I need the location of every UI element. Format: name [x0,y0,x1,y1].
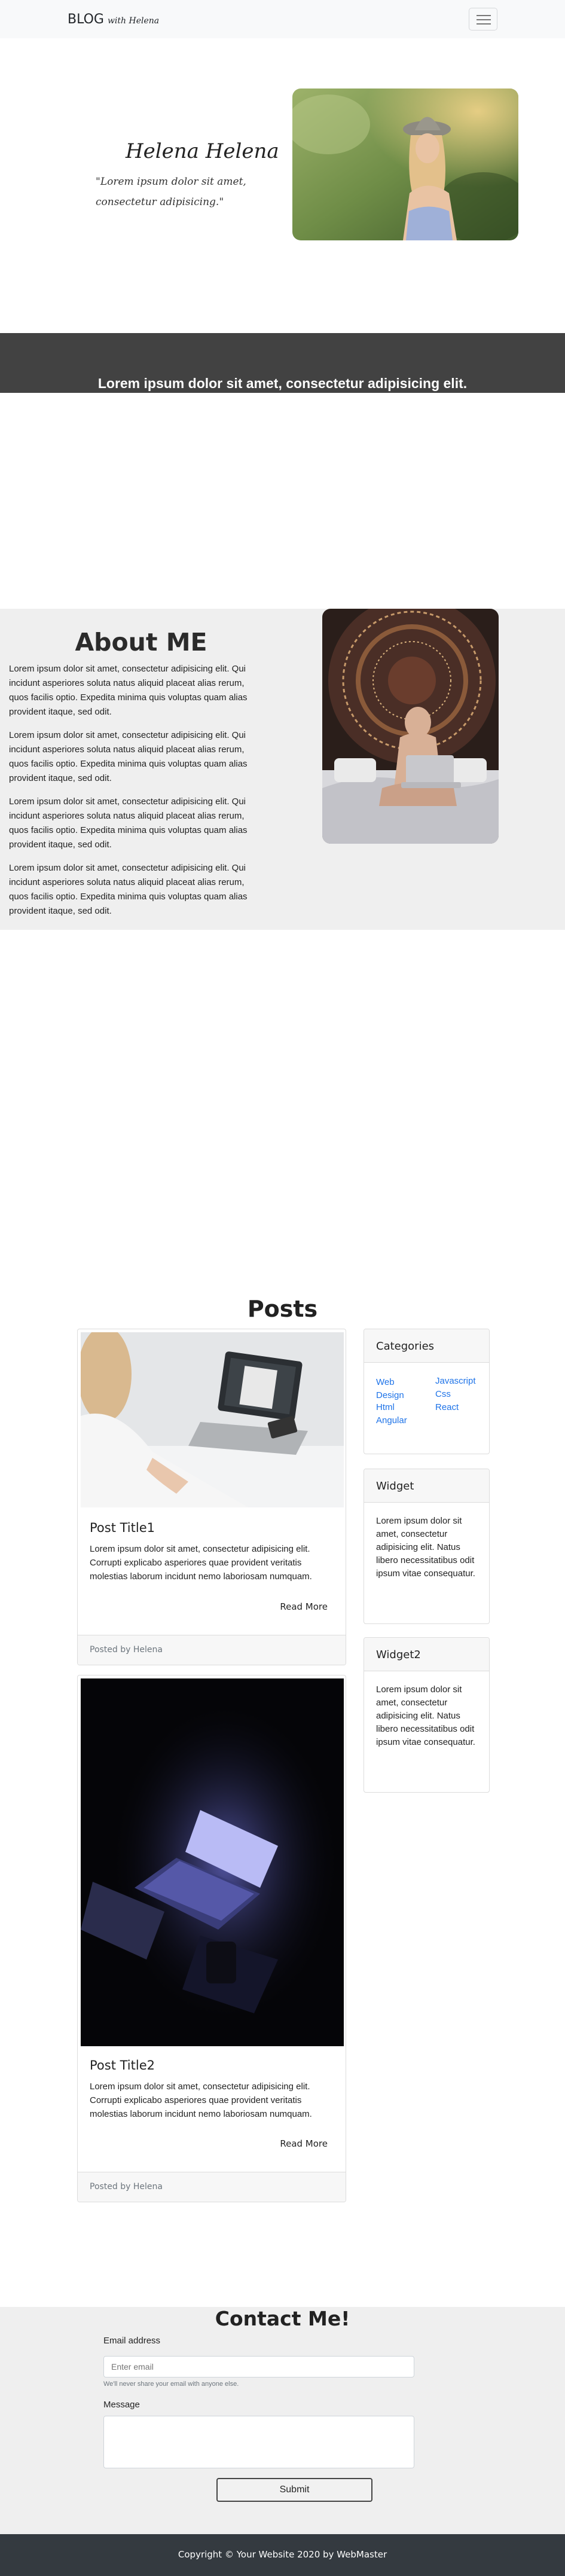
brand-text: BLOG [68,12,104,27]
navbar: BLOG with Helena [0,0,565,38]
post-card: Post Title1 Lorem ipsum dolor sit amet, … [77,1329,346,1665]
post-author: Posted by Helena [90,2182,163,2192]
posts-title: Posts [247,1296,318,1322]
post-footer: Posted by Helena [78,1635,346,1665]
widget-text: Lorem ipsum dolor sit amet, consectetur … [376,1516,475,1579]
about-paragraph: Lorem ipsum dolor sit amet, consectetur … [9,796,248,850]
post-title: Post Title1 [90,1521,155,1535]
message-field[interactable] [103,2416,414,2468]
widget2-text: Lorem ipsum dolor sit amet, consectetur … [376,1684,475,1747]
menu-toggle-button[interactable] [469,8,497,30]
post-footer: Posted by Helena [78,2172,346,2202]
email-label: Email address [103,2336,161,2346]
category-link-web-design[interactable]: Web Design [376,1376,424,1402]
categories-title: Categories [376,1340,435,1353]
hero-photo [292,88,518,240]
email-help-text: We'll never share your email with anyone… [103,2380,239,2388]
footer-copyright: Copyright © Your Website 2020 by WebMast… [178,2549,387,2560]
about-title: About ME [75,628,207,657]
read-more-link[interactable]: Read More [280,2138,328,2149]
category-link-angular[interactable]: Angular [376,1415,407,1426]
post-text: Lorem ipsum dolor sit amet, consectetur … [90,1544,312,1582]
categories-header: Categories [364,1329,489,1363]
post-image [81,1678,344,2049]
widget2-header: Widget2 [364,1638,489,1671]
category-link-css[interactable]: Css [435,1389,451,1399]
message-label: Message [103,2400,140,2410]
footer: Copyright © Your Website 2020 by WebMast… [0,2534,565,2576]
hero-quote: "Lorem ipsum dolor sit amet, consectetur… [96,176,246,208]
widget2-title: Widget2 [376,1649,421,1661]
widget2: Widget2 Lorem ipsum dolor sit amet, cons… [364,1637,490,1793]
hamburger-icon [477,15,491,16]
hero-name: Helena Helena [126,139,279,163]
widget-header: Widget [364,1469,489,1503]
post-text: Lorem ipsum dolor sit amet, consectetur … [90,2081,312,2119]
submit-button[interactable]: Submit [216,2478,372,2502]
read-more-link[interactable]: Read More [280,1601,328,1612]
email-field[interactable] [103,2356,414,2377]
post-card: Post Title2 Lorem ipsum dolor sit amet, … [77,1675,346,2202]
widget: Widget Lorem ipsum dolor sit amet, conse… [364,1469,490,1624]
banner-text: Lorem ipsum dolor sit amet, consectetur … [97,376,468,391]
post-author: Posted by Helena [90,1645,163,1655]
about-paragraph: Lorem ipsum dolor sit amet, consectetur … [9,730,248,783]
category-link-react[interactable]: React [435,1402,459,1412]
category-link-html[interactable]: Html [376,1402,395,1412]
contact-title: Contact Me! [215,2307,350,2330]
post-title: Post Title2 [90,2058,155,2073]
about-paragraph: Lorem ipsum dolor sit amet, consectetur … [9,863,248,916]
category-link-javascript[interactable]: Javascript [435,1376,476,1386]
brand-link[interactable]: BLOG with Helena [68,12,159,27]
categories-widget: Categories Web Design Html Angular Javas… [364,1329,490,1454]
post-image [78,1329,344,1510]
brand-script: with Helena [107,16,160,26]
about-paragraph: Lorem ipsum dolor sit amet, consectetur … [9,664,248,717]
widget-title: Widget [376,1480,414,1493]
about-photo [322,609,499,844]
